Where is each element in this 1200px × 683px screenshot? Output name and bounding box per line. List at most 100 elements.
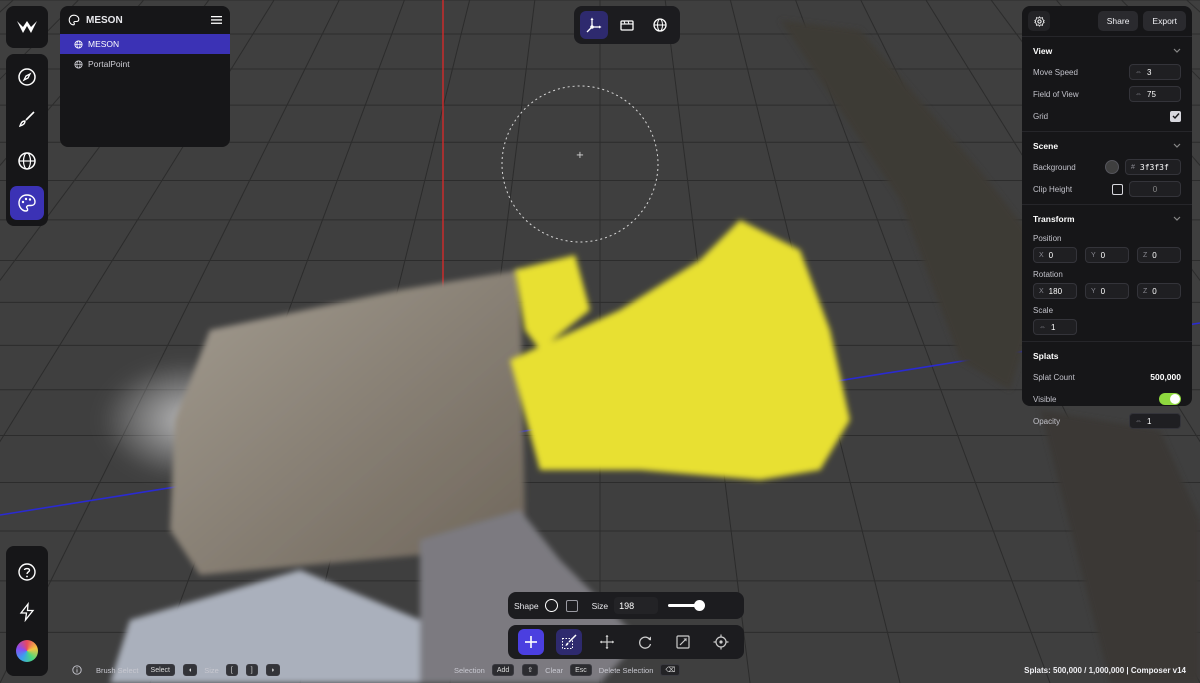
position-y-input[interactable]: Y0 [1085, 247, 1129, 263]
status-splat-info: Splats: 500,000 / 1,000,000 | Composer v… [1024, 665, 1186, 675]
info-icon [72, 665, 82, 675]
scene-section-header[interactable]: Scene [1033, 136, 1181, 156]
shape-label: Shape [514, 600, 539, 611]
globe-icon [74, 39, 83, 49]
paint-tool-button[interactable] [10, 102, 44, 136]
plus-icon [525, 636, 537, 648]
share-button[interactable]: Share [1097, 11, 1139, 31]
export-button[interactable]: Export [1143, 11, 1186, 31]
rotation-x-value: 180 [1048, 286, 1063, 296]
drag-arrows-icon: ⇔ [1135, 90, 1142, 98]
outliner-item-meson[interactable]: MESON [60, 34, 230, 54]
background-hex-input[interactable]: #3f3f3f [1125, 159, 1181, 175]
help-button[interactable] [10, 555, 44, 589]
target-icon [713, 634, 729, 650]
move-button[interactable] [594, 629, 620, 655]
rotation-label: Rotation [1033, 269, 1063, 279]
splats-section-header[interactable]: Splats [1033, 346, 1181, 366]
position-x-value: 0 [1048, 250, 1054, 260]
rotation-z-input[interactable]: Z0 [1137, 283, 1181, 299]
axis-y-label: Y [1091, 251, 1096, 259]
square-shape-button[interactable] [565, 599, 578, 612]
scene-outliner: MESON MESON PortalPoint [60, 6, 230, 147]
scene-section-title: Scene [1033, 141, 1059, 151]
sphere-icon [652, 18, 667, 32]
clip-height-checkbox[interactable] [1112, 183, 1123, 195]
chevron-down-icon [1173, 143, 1181, 148]
status-brush-select: Brush Select [96, 665, 139, 675]
transform-section-header[interactable]: Transform [1033, 209, 1181, 229]
scale-input[interactable]: ⇔ 1 [1033, 319, 1077, 335]
scale-value: 1 [1051, 322, 1056, 332]
splat-count-label: Splat Count [1033, 372, 1075, 382]
scene-section: Scene Background #3f3f3f Clip Height 0 [1022, 131, 1192, 204]
position-fields: X0 Y0 Z0 [1033, 245, 1181, 265]
clip-height-value: 0 [1152, 184, 1158, 194]
palette-icon [68, 14, 80, 26]
navigate-tool-button[interactable] [10, 60, 44, 94]
fov-label: Field of View [1033, 89, 1079, 99]
position-y-value: 0 [1100, 250, 1106, 260]
view-section: View Move Speed ⇔ 3 Field of View ⇔ 75 Gri… [1022, 36, 1192, 131]
transform-section-title: Transform [1033, 214, 1075, 224]
appearance-tool-button[interactable] [10, 186, 44, 220]
right-bracket-key: ] [245, 664, 258, 676]
position-z-value: 0 [1152, 250, 1157, 260]
app-logo[interactable] [6, 6, 48, 48]
move-speed-input[interactable]: ⇔ 3 [1129, 64, 1181, 80]
gear-icon [1033, 15, 1045, 27]
view-section-header[interactable]: View [1033, 41, 1181, 61]
menu-icon[interactable] [211, 15, 222, 25]
delete-key-icon: ⌫ [660, 664, 681, 676]
transform-gizmo-icon [586, 17, 602, 33]
brush-center-icon: + [576, 150, 584, 161]
shift-icon: ⇧ [522, 664, 539, 676]
visible-toggle[interactable] [1159, 393, 1181, 405]
clip-height-input[interactable]: 0 [1129, 181, 1181, 197]
sphere-mode-button[interactable] [646, 11, 674, 39]
brush-select-button[interactable] [556, 629, 582, 655]
splats-section: Splats Splat Count 500,000 Visible Opaci… [1022, 341, 1192, 436]
status-clear: Clear [545, 665, 564, 675]
drag-arrows-icon: ⇔ [1135, 417, 1142, 425]
axis-x-label: X [1039, 287, 1044, 295]
color-orb-icon[interactable] [16, 640, 38, 662]
status-size: Size [204, 665, 219, 675]
move-speed-value: 3 [1147, 67, 1152, 77]
grid-row: Grid [1033, 105, 1181, 127]
left-bracket-key: [ [225, 664, 238, 676]
fov-row: Field of View ⇔ 75 [1033, 83, 1181, 105]
rotate-button[interactable] [632, 629, 658, 655]
status-select-key: Select [145, 664, 175, 676]
pivot-button[interactable] [708, 629, 734, 655]
status-bar: Brush Select Select ◖ Size [ ] ◗ Selecti… [72, 662, 684, 678]
rotation-y-input[interactable]: Y0 [1085, 283, 1129, 299]
move-speed-label: Move Speed [1033, 67, 1078, 77]
rotate-icon [639, 636, 652, 649]
rotation-x-input[interactable]: X 180 [1033, 283, 1077, 299]
performance-button[interactable] [10, 595, 44, 629]
lightning-icon [19, 602, 35, 622]
grid-checkbox[interactable] [1170, 110, 1181, 122]
circle-shape-button[interactable] [544, 599, 558, 612]
brush-size-slider[interactable] [668, 600, 706, 611]
opacity-input[interactable]: ⇔ 1 [1129, 413, 1181, 429]
brush-size-input[interactable]: 198 [614, 597, 659, 614]
fov-input[interactable]: ⇔ 75 [1129, 86, 1181, 102]
world-tool-button[interactable] [10, 144, 44, 178]
settings-button[interactable] [1028, 11, 1050, 31]
scale-label: Scale [1033, 305, 1054, 315]
scale-button[interactable] [670, 629, 696, 655]
rotation-y-value: 0 [1100, 286, 1106, 296]
position-z-input[interactable]: Z0 [1137, 247, 1181, 263]
add-selection-button[interactable] [518, 629, 544, 655]
palette-icon [18, 194, 36, 212]
camera-mode-button[interactable] [613, 11, 641, 39]
rotation-fields: X 180 Y0 Z0 [1033, 281, 1181, 301]
outliner-item-portalpoint[interactable]: PortalPoint [60, 54, 230, 74]
transform-mode-button[interactable] [580, 11, 609, 39]
position-x-input[interactable]: X0 [1033, 247, 1077, 263]
hash-prefix: # [1131, 163, 1135, 171]
left-bottom-toolbar [6, 546, 48, 676]
background-color-swatch[interactable] [1105, 160, 1119, 174]
